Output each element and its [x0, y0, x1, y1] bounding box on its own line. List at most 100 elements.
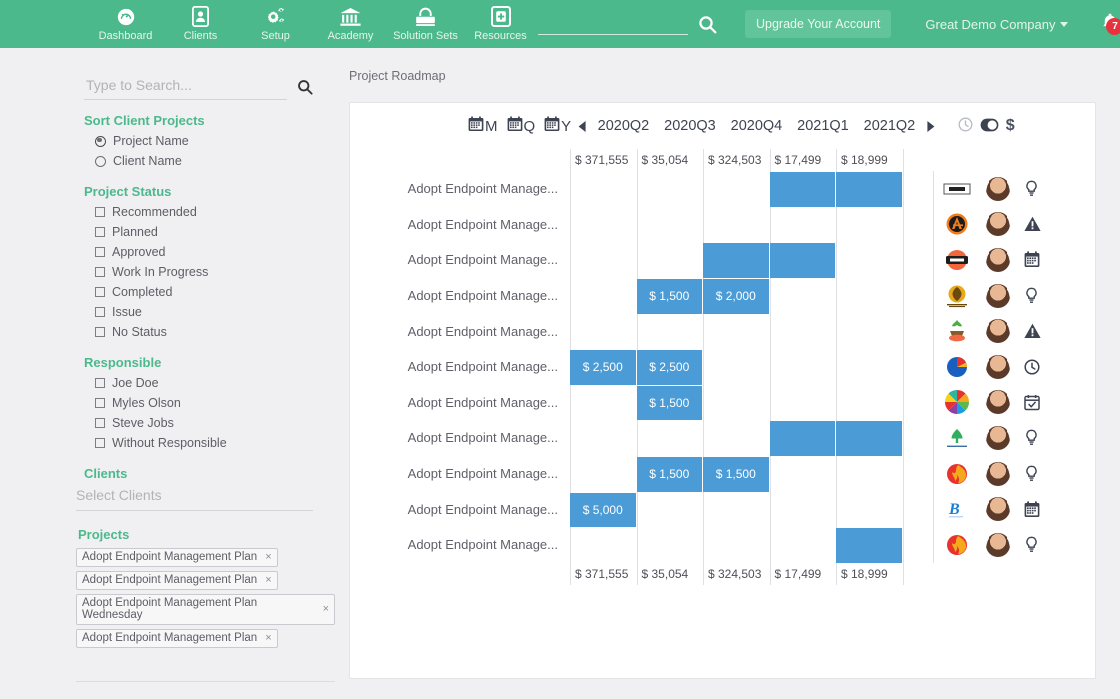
granularity-quarter-button[interactable]: Q [507, 116, 535, 136]
roadmap-bar[interactable] [769, 421, 836, 457]
project-row-label[interactable]: Adopt Endpoint Manage... [350, 527, 570, 563]
close-icon[interactable]: × [323, 603, 329, 615]
dashboard-icon [115, 7, 137, 27]
calendar-check-icon[interactable] [1024, 394, 1040, 411]
column-totals-top: $ 371,555 $ 35,054 $ 324,503 $ 17,499 $ … [350, 149, 1095, 171]
sidebar-search-row [84, 74, 313, 100]
project-row-label[interactable]: Adopt Endpoint Manage... [350, 242, 570, 278]
status-option-work-in-progress[interactable]: Work In Progress [95, 262, 335, 282]
bulb-icon[interactable] [1024, 465, 1039, 482]
status-option-planned[interactable]: Planned [95, 222, 335, 242]
roadmap-bar[interactable]: $ 1,500 [703, 457, 770, 492]
checkbox-icon [95, 247, 105, 257]
main-content: Project Roadmap M Q Y 2020Q2 2020Q3 2020… [335, 48, 1120, 699]
upgrade-account-button[interactable]: Upgrade Your Account [745, 10, 892, 38]
status-option-no-status[interactable]: No Status [95, 322, 335, 342]
clock-icon[interactable] [958, 117, 973, 135]
previous-period-button[interactable] [574, 120, 590, 133]
roadmap-bar[interactable]: $ 2,000 [703, 278, 770, 314]
close-icon[interactable]: × [265, 574, 271, 586]
roadmap-bar[interactable] [703, 243, 770, 278]
roadmap-bar[interactable] [836, 421, 903, 457]
project-row-label[interactable]: Adopt Endpoint Manage... [350, 385, 570, 421]
warning-icon[interactable] [1024, 216, 1041, 232]
project-meta-row [934, 171, 1053, 207]
nav-item-solution-sets[interactable]: Solution Sets [388, 7, 463, 42]
bulb-icon[interactable] [1024, 180, 1039, 197]
clients-group-title: Clients [84, 466, 128, 481]
project-row-label[interactable]: Adopt Endpoint Manage... [350, 349, 570, 385]
nav-item-setup[interactable]: Setup [238, 7, 313, 42]
close-icon[interactable]: × [265, 551, 271, 563]
responsible-option-steve-jobs[interactable]: Steve Jobs [95, 413, 335, 433]
warning-icon[interactable] [1024, 323, 1041, 339]
select-clients-input[interactable]: Select Clients [76, 485, 313, 511]
project-row-label[interactable]: Adopt Endpoint Manage... [350, 456, 570, 492]
period-header[interactable]: 2020Q3 [657, 118, 724, 134]
nav-item-dashboard[interactable]: Dashboard [88, 7, 163, 42]
roadmap-bar[interactable]: $ 2,500 [636, 350, 703, 385]
bulb-icon[interactable] [1024, 287, 1039, 304]
clock-icon[interactable] [1024, 359, 1040, 375]
period-header[interactable]: 2021Q2 [856, 118, 923, 134]
roadmap-bar[interactable] [769, 172, 836, 207]
bulb-icon[interactable] [1024, 536, 1039, 553]
roadmap-bar[interactable]: $ 1,500 [636, 385, 703, 421]
project-tag[interactable]: Adopt Endpoint Management Plan Wednesday… [76, 594, 335, 625]
roadmap-bar[interactable]: $ 1,500 [636, 457, 703, 492]
sort-option-project-name[interactable]: Project Name [95, 131, 335, 151]
period-header[interactable]: 2021Q1 [790, 118, 857, 134]
responsible-option-without-responsible[interactable]: Without Responsible [95, 433, 335, 453]
search-input[interactable] [538, 13, 688, 35]
period-header[interactable]: 2020Q4 [723, 118, 790, 134]
status-option-approved[interactable]: Approved [95, 242, 335, 262]
search-button[interactable] [698, 15, 717, 34]
company-selector[interactable]: Great Demo Company [925, 17, 1069, 32]
responsible-option-myles-olson[interactable]: Myles Olson [95, 393, 335, 413]
project-row-label[interactable]: Adopt Endpoint Manage... [350, 420, 570, 456]
nav-item-academy[interactable]: Academy [313, 7, 388, 42]
responsible-option-joe-doe[interactable]: Joe Doe [95, 373, 335, 393]
nav-item-clients[interactable]: Clients [163, 5, 238, 42]
pinwheel-logo-icon [942, 389, 972, 415]
project-row-label[interactable]: Adopt Endpoint Manage... [350, 313, 570, 349]
project-tag[interactable]: Adopt Endpoint Management Plan × [76, 571, 278, 590]
project-row-label[interactable]: Adopt Endpoint Manage... [350, 171, 570, 207]
dollar-icon[interactable]: $ [1006, 117, 1015, 135]
status-option-issue[interactable]: Issue [95, 302, 335, 322]
avatar [986, 319, 1010, 344]
calendar-icon[interactable] [1024, 251, 1040, 268]
project-row-label[interactable]: Adopt Endpoint Manage... [350, 491, 570, 527]
status-option-completed[interactable]: Completed [95, 282, 335, 302]
notifications-button[interactable]: 7 [1100, 12, 1120, 36]
status-option-recommended[interactable]: Recommended [95, 202, 335, 222]
roadmap-bar[interactable] [836, 528, 903, 563]
contrast-toggle-icon[interactable] [980, 118, 999, 135]
roadmap-bar[interactable] [836, 172, 903, 207]
search-input-sidebar[interactable] [84, 74, 287, 100]
nav-label: Resources [474, 29, 527, 42]
bank-icon [339, 7, 362, 27]
checkbox-icon [95, 207, 105, 217]
sidebar-search-button[interactable] [297, 79, 313, 95]
period-header[interactable]: 2020Q2 [590, 118, 657, 134]
roadmap-bar[interactable]: $ 5,000 [570, 492, 637, 528]
avatar [986, 283, 1010, 308]
calendar-icon[interactable] [1024, 500, 1040, 518]
responsible-option-label: Steve Jobs [112, 416, 174, 430]
granularity-year-button[interactable]: Y [544, 116, 571, 136]
roadmap-bar[interactable]: $ 2,500 [570, 350, 637, 385]
nav-item-resources[interactable]: Resources [463, 5, 538, 42]
project-tag[interactable]: Adopt Endpoint Management Plan × [76, 548, 278, 567]
sort-option-client-name[interactable]: Client Name [95, 151, 335, 171]
project-tag[interactable]: Adopt Endpoint Management Plan × [76, 629, 278, 648]
project-row-label[interactable]: Adopt Endpoint Manage... [350, 278, 570, 314]
close-icon[interactable]: × [265, 632, 271, 644]
roadmap-bar[interactable] [769, 243, 836, 278]
b-logo-icon: B [942, 496, 972, 522]
bulb-icon[interactable] [1024, 429, 1039, 446]
granularity-month-button[interactable]: M [468, 116, 498, 136]
roadmap-bar[interactable]: $ 1,500 [636, 278, 703, 314]
next-period-button[interactable] [923, 120, 939, 133]
project-row-label[interactable]: Adopt Endpoint Manage... [350, 207, 570, 243]
